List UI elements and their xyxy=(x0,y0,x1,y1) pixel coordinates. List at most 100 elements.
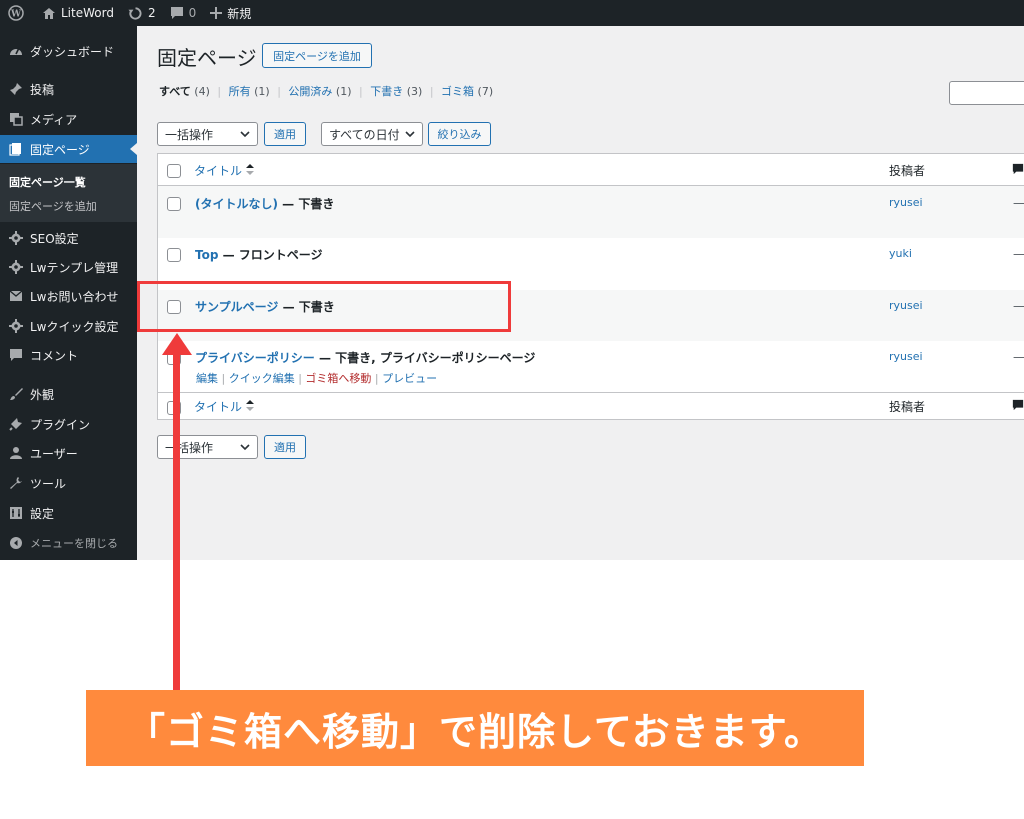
row-checkbox[interactable] xyxy=(167,197,181,211)
submenu-item-all-pages[interactable]: 固定ページ一覧 xyxy=(9,174,86,190)
user-icon xyxy=(6,446,26,460)
comments-count: 0 xyxy=(188,6,197,20)
filter-button[interactable]: 絞り込み xyxy=(428,122,491,146)
trash-link[interactable]: ゴミ箱へ移動 xyxy=(305,372,371,385)
plugin-icon xyxy=(6,417,26,431)
sidebar-item-lw-template[interactable]: Lwテンプレ管理 xyxy=(0,253,137,281)
sidebar-item-pages[interactable]: 固定ページ xyxy=(0,135,137,163)
new-content-link[interactable]: 新規 xyxy=(210,5,251,22)
page-title: 固定ページ xyxy=(157,46,257,70)
new-label: 新規 xyxy=(227,6,252,21)
updates-link[interactable]: 2 xyxy=(128,6,156,21)
table-footer: タイトル 投稿者 xyxy=(158,393,1024,419)
sidebar-item-lw-contact[interactable]: Lwお問い合わせ xyxy=(0,282,137,310)
row-title-link[interactable]: プライバシーポリシー — 下書き, プライバシーポリシーページ xyxy=(195,349,535,366)
add-page-button[interactable]: 固定ページを追加 xyxy=(262,43,372,68)
filter-published-link[interactable]: 公開済み xyxy=(288,85,332,98)
gear-icon xyxy=(6,260,26,274)
sidebar-item-users[interactable]: ユーザー xyxy=(0,439,137,467)
apply-button-bottom[interactable]: 適用 xyxy=(264,435,306,459)
callout-text: 「ゴミ箱へ移動」で削除しておきます。 xyxy=(127,709,823,754)
plus-icon xyxy=(210,7,223,19)
row-checkbox[interactable] xyxy=(167,248,181,262)
sidebar-label: 外観 xyxy=(30,387,55,402)
date-filter-value: すべての日付 xyxy=(329,127,400,142)
collapse-menu-button[interactable]: メニューを閉じる xyxy=(0,529,137,557)
bulk-action-select[interactable]: 一括操作 xyxy=(157,122,258,146)
admin-sidebar: ダッシュボード 投稿 メディア 固定ページ 固定ページ一覧 固定ページを追加 S… xyxy=(0,26,137,560)
column-author-footer: 投稿者 xyxy=(889,400,926,414)
sidebar-label: Lwクイック設定 xyxy=(30,319,119,334)
row-comments: — xyxy=(1013,350,1024,364)
row-author-link[interactable]: yuki xyxy=(889,247,912,260)
row-comments: — xyxy=(1013,299,1024,313)
sidebar-label: 投稿 xyxy=(30,82,55,97)
sidebar-label: コメント xyxy=(30,348,79,363)
updates-icon xyxy=(128,6,142,20)
chevron-down-icon xyxy=(240,131,250,138)
sidebar-label: Lwお問い合わせ xyxy=(30,289,119,304)
sidebar-item-plugins[interactable]: プラグイン xyxy=(0,410,137,438)
sidebar-item-appearance[interactable]: 外観 xyxy=(0,380,137,408)
search-input[interactable] xyxy=(949,81,1024,105)
table-header: タイトル 投稿者 xyxy=(158,154,1024,185)
row-state: — 下書き xyxy=(277,197,335,211)
filter-all-link[interactable]: すべて xyxy=(159,85,191,98)
submenu-item-add-page[interactable]: 固定ページを追加 xyxy=(9,198,97,214)
table-row: (タイトルなし) — 下書き ryusei — xyxy=(158,186,1024,238)
column-title-label: タイトル xyxy=(194,164,243,178)
row-title-link[interactable]: (タイトルなし) — 下書き xyxy=(195,195,334,212)
svg-text:W: W xyxy=(10,10,22,20)
gear-icon xyxy=(6,231,26,245)
filter-mine-link[interactable]: 所有 xyxy=(229,85,251,98)
edit-link[interactable]: 編集 xyxy=(196,372,218,385)
row-title-link[interactable]: Top — フロントページ xyxy=(195,246,323,263)
page-icon xyxy=(6,142,26,156)
filter-separator: | xyxy=(429,85,434,98)
column-title-sort-footer[interactable]: タイトル xyxy=(194,398,254,415)
row-title: Top xyxy=(195,248,219,262)
sidebar-item-lw-quick[interactable]: Lwクイック設定 xyxy=(0,312,137,340)
mail-icon xyxy=(6,290,26,302)
sidebar-item-dashboard[interactable]: ダッシュボード xyxy=(0,37,137,65)
filter-trash-link[interactable]: ゴミ箱 xyxy=(441,85,474,98)
comment-icon xyxy=(6,348,26,362)
admin-bar: W LiteWord 2 0 新規 xyxy=(0,0,1024,26)
row-author-link[interactable]: ryusei xyxy=(889,350,923,363)
sort-arrows-icon xyxy=(245,164,254,175)
row-actions: 編集 | クイック編集 | ゴミ箱へ移動 | プレビュー xyxy=(196,370,437,386)
preview-link[interactable]: プレビュー xyxy=(382,372,437,385)
site-name-link[interactable]: LiteWord xyxy=(42,6,114,20)
table-row: プライバシーポリシー — 下書き, プライバシーポリシーページ ryusei —… xyxy=(158,341,1024,392)
sort-arrows-icon xyxy=(245,400,254,411)
row-state: — フロントページ xyxy=(218,248,323,262)
filter-separator: | xyxy=(217,85,222,98)
sidebar-item-tools[interactable]: ツール xyxy=(0,469,137,497)
row-author-link[interactable]: ryusei xyxy=(889,196,923,209)
filter-draft-link[interactable]: 下書き xyxy=(370,85,403,98)
comments-link[interactable]: 0 xyxy=(170,6,197,20)
sidebar-item-comments[interactable]: コメント xyxy=(0,341,137,369)
sidebar-item-posts[interactable]: 投稿 xyxy=(0,75,137,103)
wordpress-logo-icon[interactable]: W xyxy=(8,5,24,21)
callout-banner: 「ゴミ箱へ移動」で削除しておきます。 xyxy=(86,690,864,766)
sidebar-item-media[interactable]: メディア xyxy=(0,105,137,133)
filter-separator: | xyxy=(359,85,363,98)
row-author-link[interactable]: ryusei xyxy=(889,299,923,312)
quick-edit-link[interactable]: クイック編集 xyxy=(229,372,295,385)
comment-column-icon xyxy=(1012,399,1024,414)
sidebar-label: メディア xyxy=(30,112,78,127)
column-title-sort[interactable]: タイトル xyxy=(194,162,254,179)
sidebar-item-seo[interactable]: SEO設定 xyxy=(0,224,137,252)
filter-trash-count: (7) xyxy=(477,85,494,98)
apply-button[interactable]: 適用 xyxy=(264,122,306,146)
column-author: 投稿者 xyxy=(889,164,926,178)
date-filter-select[interactable]: すべての日付 xyxy=(321,122,423,146)
select-all-checkbox[interactable] xyxy=(167,164,181,178)
filter-published-count: (1) xyxy=(335,85,352,98)
media-icon xyxy=(6,112,26,126)
chevron-down-icon xyxy=(240,444,250,451)
comment-bubble-icon xyxy=(170,7,183,19)
row-comments: — xyxy=(1013,196,1024,210)
sidebar-item-settings[interactable]: 設定 xyxy=(0,499,137,527)
